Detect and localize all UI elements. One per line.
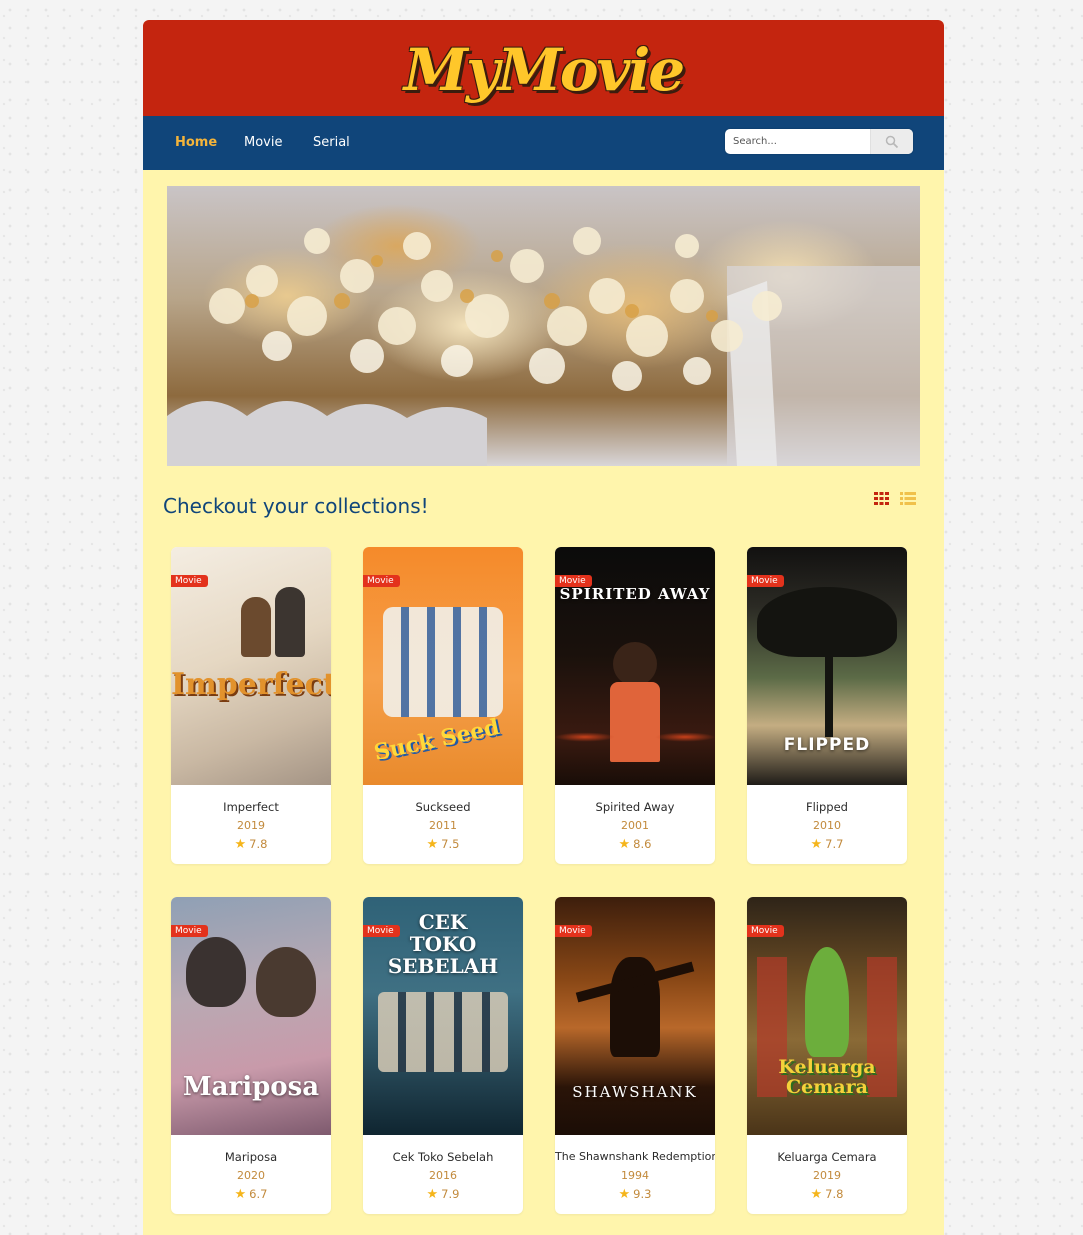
- category-badge: Movie: [171, 925, 208, 937]
- poster-title-text: Imperfect: [171, 667, 331, 702]
- nav-home[interactable]: Home: [175, 116, 217, 170]
- site-logo[interactable]: MyMovie: [143, 38, 944, 102]
- category-badge: Movie: [363, 925, 400, 937]
- search-button[interactable]: [870, 129, 913, 154]
- nav-movie[interactable]: Movie: [244, 116, 282, 170]
- list-view-toggle[interactable]: [900, 490, 916, 509]
- star-icon: ★: [426, 1187, 439, 1202]
- movie-year: 2001: [621, 819, 649, 832]
- movie-card[interactable]: SHAWSHANK Movie The Shawnshank Redemptio…: [555, 897, 715, 1214]
- movie-card[interactable]: SPIRITED AWAY Movie Spirited Away 2001 ★…: [555, 547, 715, 864]
- movie-title[interactable]: The Shawnshank Redemption: [555, 1150, 715, 1163]
- rating-value: 7.5: [441, 837, 460, 851]
- movie-card[interactable]: Mariposa Movie Mariposa 2020 ★ 6.7: [171, 897, 331, 1214]
- movie-card[interactable]: CEK TOKO SEBELAH Movie Cek Toko Sebelah …: [363, 897, 523, 1214]
- grid-view-toggle[interactable]: [874, 490, 889, 509]
- rating-value: 6.7: [249, 1187, 268, 1201]
- brand-header: MyMovie: [143, 20, 944, 116]
- hero-banner: [167, 186, 920, 466]
- star-icon: ★: [810, 837, 823, 852]
- category-badge: Movie: [363, 575, 400, 587]
- movie-rating: ★ 8.6: [555, 837, 715, 852]
- star-icon: ★: [234, 1187, 247, 1202]
- poster-title-text: Keluarga Cemara: [778, 1056, 876, 1098]
- rating-value: 7.9: [441, 1187, 460, 1201]
- rating-value: 7.7: [825, 837, 844, 851]
- movie-card[interactable]: Suck Seed Movie Suckseed 2011 ★ 7.5: [363, 547, 523, 864]
- poster-title-text: CEK TOKO SEBELAH: [387, 910, 499, 978]
- movie-year: 2019: [813, 1169, 841, 1182]
- search-form: [725, 129, 913, 154]
- poster-title-text: Mariposa: [182, 1072, 320, 1102]
- movie-year: 2020: [237, 1169, 265, 1182]
- poster-title-text: SPIRITED AWAY: [559, 585, 711, 603]
- movie-year: 2011: [429, 819, 457, 832]
- popcorn-image: [167, 227, 920, 466]
- movie-rating: ★ 7.8: [747, 1187, 907, 1202]
- category-badge: Movie: [747, 575, 784, 587]
- page-container: MyMovie Home Movie Serial Search... Chec…: [143, 20, 944, 1235]
- poster-title-text: FLIPPED: [783, 735, 871, 755]
- collections-title: Checkout your collections!: [163, 494, 429, 518]
- movie-rating: ★ 7.8: [171, 837, 331, 852]
- rating-value: 7.8: [249, 837, 268, 851]
- movie-card[interactable]: Keluarga Cemara Movie Keluarga Cemara 20…: [747, 897, 907, 1214]
- search-icon: [885, 135, 899, 149]
- movie-rating: ★ 9.3: [555, 1187, 715, 1202]
- star-icon: ★: [618, 1187, 631, 1202]
- movie-title[interactable]: Keluarga Cemara: [747, 1150, 907, 1164]
- movie-title[interactable]: Flipped: [747, 800, 907, 814]
- rating-value: 9.3: [633, 1187, 652, 1201]
- category-badge: Movie: [555, 575, 592, 587]
- star-icon: ★: [234, 837, 247, 852]
- list-icon: [900, 492, 916, 505]
- movie-card[interactable]: FLIPPED Movie Flipped 2010 ★ 7.7: [747, 547, 907, 864]
- movie-title[interactable]: Imperfect: [171, 800, 331, 814]
- star-icon: ★: [810, 1187, 823, 1202]
- movie-title[interactable]: Spirited Away: [555, 800, 715, 814]
- movie-rating: ★ 7.9: [363, 1187, 523, 1202]
- nav-serial[interactable]: Serial: [313, 116, 350, 170]
- search-input[interactable]: [725, 129, 871, 154]
- movie-year: 2010: [813, 819, 841, 832]
- movie-year: 2019: [237, 819, 265, 832]
- rating-value: 7.8: [825, 1187, 844, 1201]
- star-icon: ★: [426, 837, 439, 852]
- movie-rating: ★ 7.5: [363, 837, 523, 852]
- grid-icon: [874, 492, 889, 505]
- category-badge: Movie: [171, 575, 208, 587]
- movie-card[interactable]: Imperfect Movie Imperfect 2019 ★ 7.8: [171, 547, 331, 864]
- main-navigation: Home Movie Serial: [143, 116, 944, 170]
- movie-rating: ★ 7.7: [747, 837, 907, 852]
- category-badge: Movie: [747, 925, 784, 937]
- poster-title-text: SHAWSHANK: [572, 1083, 698, 1101]
- poster-title-text: Suck Seed: [371, 714, 502, 766]
- star-icon: ★: [618, 837, 631, 852]
- movie-title[interactable]: Cek Toko Sebelah: [363, 1150, 523, 1164]
- movie-year: 2016: [429, 1169, 457, 1182]
- movie-title[interactable]: Mariposa: [171, 1150, 331, 1164]
- category-badge: Movie: [555, 925, 592, 937]
- movie-title[interactable]: Suckseed: [363, 800, 523, 814]
- movie-rating: ★ 6.7: [171, 1187, 331, 1202]
- movie-year: 1994: [621, 1169, 649, 1182]
- rating-value: 8.6: [633, 837, 652, 851]
